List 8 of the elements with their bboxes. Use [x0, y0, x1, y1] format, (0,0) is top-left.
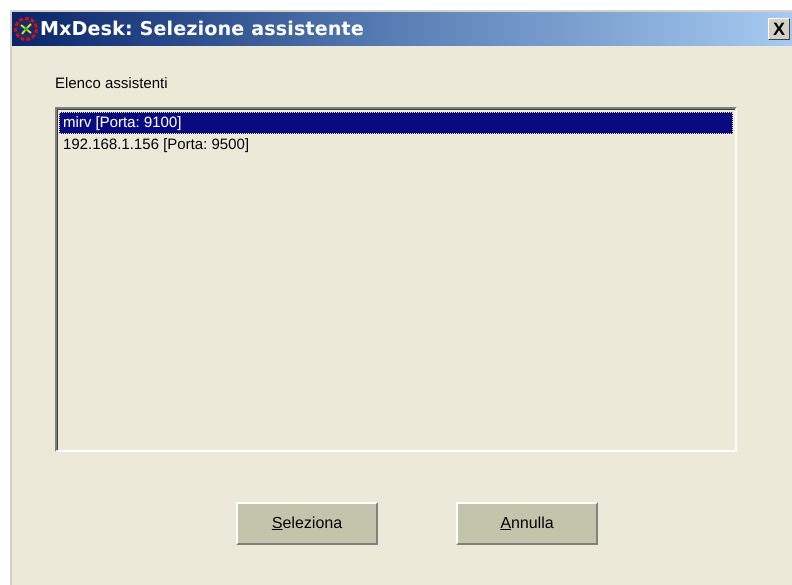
- app-logo-icon: [13, 16, 39, 42]
- select-button[interactable]: Seleziona: [236, 502, 378, 545]
- cancel-button[interactable]: Annulla: [456, 502, 598, 545]
- list-label: Elenco assistenti: [55, 75, 169, 93]
- list-item[interactable]: 192.168.1.156 [Porta: 9500]: [59, 134, 733, 156]
- window-title: MxDesk: Selezione assistente: [40, 16, 364, 42]
- list-item[interactable]: mirv [Porta: 9100]: [59, 112, 733, 134]
- close-button[interactable]: X: [768, 18, 790, 40]
